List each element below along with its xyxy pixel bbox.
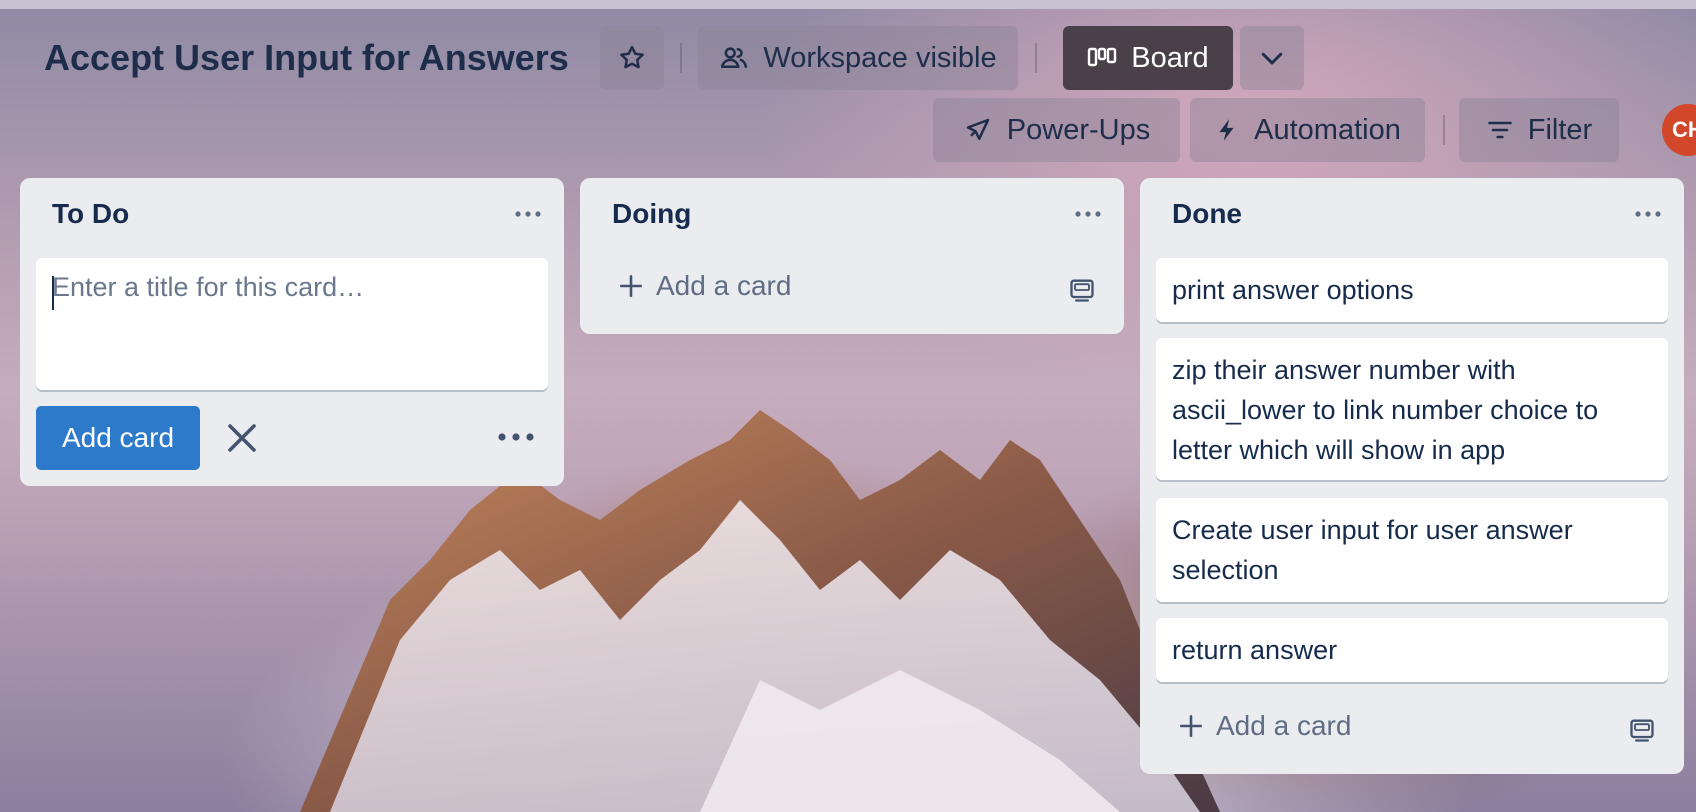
card-title: zip their answer number with ascii_lower… — [1172, 355, 1599, 465]
ellipsis-icon[interactable] — [1070, 204, 1106, 224]
browser-top-strip — [0, 0, 1696, 9]
list-to-do: To Do Add card — [20, 178, 564, 486]
card-template-icon[interactable] — [1068, 276, 1096, 304]
header-divider — [1035, 43, 1037, 73]
list-title[interactable]: To Do — [52, 198, 129, 230]
add-card-button[interactable]: Add card — [36, 406, 200, 470]
card-title-input[interactable] — [36, 258, 548, 390]
list-doing: Doing Add a card — [580, 178, 1124, 334]
board-view-label: Board — [1131, 41, 1209, 74]
filter-button[interactable]: Filter — [1459, 98, 1619, 162]
automation-label: Automation — [1254, 113, 1401, 146]
add-a-card-button[interactable]: Add a card — [618, 270, 791, 302]
card[interactable]: zip their answer number with ascii_lower… — [1156, 338, 1668, 480]
people-icon — [721, 47, 748, 68]
text-caret — [52, 276, 54, 310]
board-title[interactable]: Accept User Input for Answers — [44, 37, 569, 79]
card-title: print answer options — [1172, 275, 1414, 305]
lightning-icon — [1219, 119, 1234, 141]
powerups-label: Power-Ups — [1006, 113, 1151, 146]
board-icon — [1088, 47, 1117, 67]
filter-icon — [1487, 121, 1512, 139]
star-button[interactable] — [600, 26, 664, 90]
composer-more-icon[interactable] — [496, 430, 536, 444]
card-template-icon[interactable] — [1628, 716, 1656, 744]
card[interactable]: Create user input for user answer select… — [1156, 498, 1668, 602]
card[interactable]: print answer options — [1156, 258, 1668, 322]
header-divider — [680, 43, 682, 73]
add-a-card-button[interactable]: Add a card — [1178, 710, 1351, 742]
card-title: return answer — [1172, 635, 1338, 665]
plus-icon — [619, 274, 643, 298]
card-title: Create user input for user answer select… — [1172, 515, 1573, 585]
rocket-icon — [966, 118, 990, 140]
view-switcher-dropdown[interactable] — [1240, 26, 1304, 90]
list-title[interactable]: Doing — [612, 198, 691, 230]
powerups-button[interactable]: Power-Ups — [933, 98, 1180, 162]
card[interactable]: return answer — [1156, 618, 1668, 682]
chevron-down-icon — [1261, 52, 1283, 65]
board-view-button[interactable]: Board — [1063, 26, 1233, 90]
list-title[interactable]: Done — [1172, 198, 1242, 230]
header-divider — [1443, 115, 1445, 145]
list-done: Done print answer options zip their answ… — [1140, 178, 1684, 774]
automation-button[interactable]: Automation — [1190, 98, 1425, 162]
add-a-card-label: Add a card — [656, 270, 792, 301]
add-a-card-label: Add a card — [1216, 710, 1352, 741]
star-icon — [620, 45, 644, 69]
visibility-button[interactable]: Workspace visible — [698, 26, 1018, 90]
card-composer — [36, 258, 548, 390]
visibility-label: Workspace visible — [763, 41, 997, 74]
ellipsis-icon[interactable] — [510, 204, 546, 224]
close-icon[interactable] — [224, 420, 260, 456]
filter-label: Filter — [1527, 113, 1593, 146]
ellipsis-icon[interactable] — [1630, 204, 1666, 224]
avatar-initials: CH — [1672, 117, 1696, 142]
plus-icon — [1179, 714, 1203, 738]
board-header: Accept User Input for Answers Workspace … — [0, 9, 1696, 169]
